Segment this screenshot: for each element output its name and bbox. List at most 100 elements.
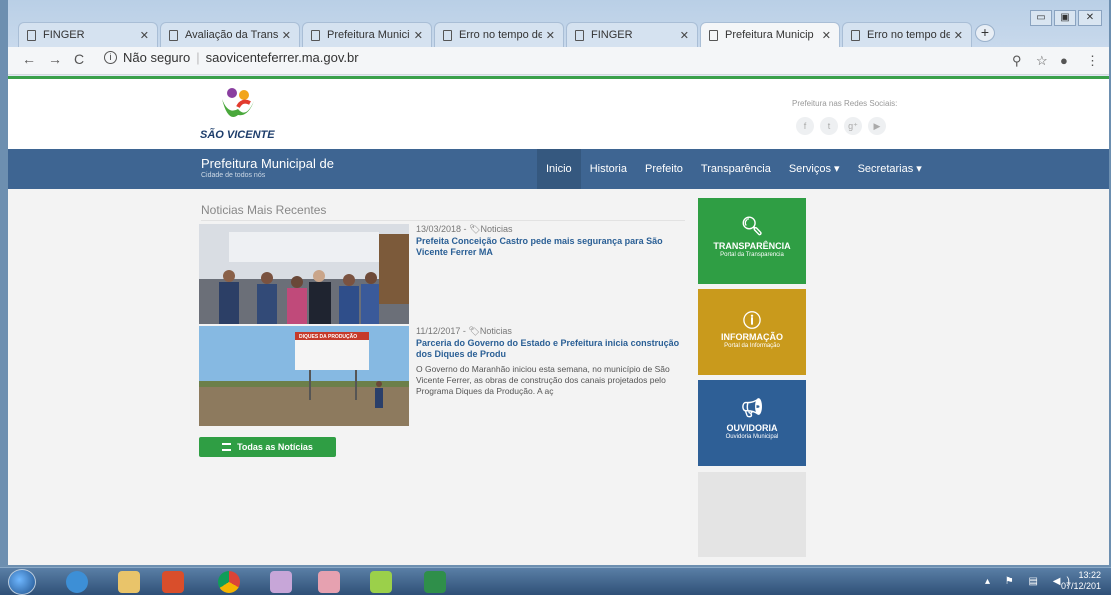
page-icon: [851, 29, 860, 41]
notes-icon[interactable]: [370, 571, 392, 593]
all-news-button[interactable]: Todas as Notícias: [199, 437, 336, 457]
info-icon[interactable]: i: [104, 51, 117, 64]
page-icon: [575, 29, 584, 41]
menu-transparencia[interactable]: Transparência: [692, 149, 780, 189]
snipping-tool-icon[interactable]: [318, 571, 340, 593]
main-navbar: Prefeitura Municipal de Cidade de todos …: [8, 149, 1109, 189]
tab-erro-2[interactable]: Erro no tempo de ✕: [842, 22, 972, 47]
card-transparencia[interactable]: 🔍︎ TRANSPARÊNCIA Portal da Transparencia: [698, 198, 806, 284]
profile-icon[interactable]: ●: [1060, 53, 1068, 68]
url-text[interactable]: saovicenteferrer.ma.gov.br: [206, 50, 359, 65]
page-icon: [169, 29, 178, 41]
page-icon: [709, 29, 718, 41]
card-subtitle: Ouvidoria Municipal: [725, 434, 779, 440]
chrome-icon[interactable]: [218, 571, 240, 593]
reload-button[interactable]: C: [74, 51, 84, 67]
forward-button[interactable]: →: [48, 51, 62, 67]
tab-erro-1[interactable]: Erro no tempo de ✕: [434, 22, 564, 47]
card-title: TRANSPARÊNCIA: [713, 241, 791, 251]
internet-explorer-icon[interactable]: [66, 571, 88, 593]
main-content: Noticias Mais Recentes 13/03/2018 - 🏷Not…: [8, 189, 1109, 565]
zoom-icon[interactable]: ⚲: [1012, 53, 1022, 69]
browser-window: FINGER ✕ Avaliação da Trans ✕ Prefeitura M…: [8, 0, 1109, 565]
minimize-button[interactable]: ▭: [1030, 10, 1052, 26]
close-icon[interactable]: ✕: [546, 29, 555, 42]
news-date: 13/03/2018: [416, 224, 462, 234]
news-meta-2: 11/12/2017 - 🏷Noticias: [416, 326, 512, 336]
bookmark-star-icon[interactable]: ☆: [1036, 53, 1048, 69]
menu-servicos[interactable]: Serviços ▾: [780, 149, 849, 189]
news-headline-1[interactable]: Prefeita Conceição Castro pede mais segu…: [416, 236, 681, 258]
site-header: SÃO VICENTE Prefeitura nas Redes Sociais…: [8, 79, 1109, 149]
card-subtitle: Portal da Informação: [724, 343, 780, 349]
facebook-icon[interactable]: f: [796, 117, 814, 135]
news-image-2[interactable]: DIQUES DA PRODUÇÃO: [199, 326, 409, 426]
tab-prefeitura-1[interactable]: Prefeitura Municip ✕: [302, 22, 432, 47]
security-label: Não seguro: [123, 50, 191, 65]
spreadsheet-icon[interactable]: [424, 571, 446, 593]
file-explorer-icon[interactable]: [118, 571, 140, 593]
news-section-title: Noticias Mais Recentes: [201, 203, 327, 217]
list-icon: [222, 443, 232, 451]
news-excerpt-2: O Governo do Maranhão iniciou esta seman…: [416, 364, 670, 396]
tab-avaliacao[interactable]: Avaliação da Trans ✕: [160, 22, 300, 47]
tab-prefeitura-active[interactable]: Prefeitura Municip ✕: [700, 22, 840, 47]
card-ouvidoria[interactable]: 📢︎ OUVIDORIA Ouvidoria Municipal: [698, 380, 806, 466]
google-plus-icon[interactable]: g⁺: [844, 117, 862, 135]
news-item-1: 13/03/2018 - 🏷Noticias Prefeita Conceiçã…: [199, 224, 689, 324]
news-title-divider: [201, 220, 685, 221]
page-icon: [443, 29, 452, 41]
youtube-icon[interactable]: ▶: [868, 117, 886, 135]
page-icon: [311, 29, 320, 41]
maximize-button[interactable]: ▣: [1054, 10, 1076, 26]
card-subtitle: Portal da Transparencia: [720, 252, 784, 258]
main-menu: Inicio Historia Prefeito Transparência S…: [537, 149, 931, 189]
close-icon[interactable]: ✕: [140, 29, 149, 42]
close-icon[interactable]: ✕: [822, 29, 831, 42]
close-icon[interactable]: ✕: [282, 29, 291, 42]
news-item-2: DIQUES DA PRODUÇÃO 11/12/2017 - 🏷Noticia…: [199, 326, 689, 426]
back-button[interactable]: ←: [22, 51, 36, 67]
paint-icon[interactable]: [270, 571, 292, 593]
browser-toolbar: ← → C i Não seguro | saovicenteferrer.ma…: [8, 47, 1109, 75]
news-category: Noticias: [479, 326, 512, 336]
sign-text: DIQUES DA PRODUÇÃO: [299, 333, 357, 340]
menu-secretarias[interactable]: Secretarias ▾: [849, 149, 931, 189]
new-tab-button[interactable]: +: [975, 24, 995, 42]
window-close-button[interactable]: ✕: [1078, 10, 1102, 26]
start-button[interactable]: [8, 569, 36, 595]
info-icon: ⓘ: [743, 311, 761, 331]
logo-text: SÃO VICENTE: [200, 128, 275, 141]
megaphone-icon: 📢︎: [740, 398, 764, 418]
clock-date: 07/12/201: [1060, 581, 1101, 591]
menu-prefeito[interactable]: Prefeito: [636, 149, 692, 189]
address-bar[interactable]: i Não seguro | saovicenteferrer.ma.gov.b…: [104, 50, 359, 65]
search-icon: 🔍︎: [740, 216, 764, 236]
social-icons: f t g⁺ ▶: [796, 117, 886, 135]
menu-inicio[interactable]: Inicio: [537, 149, 581, 189]
twitter-icon[interactable]: t: [820, 117, 838, 135]
news-image-1[interactable]: [199, 224, 409, 324]
close-icon[interactable]: ✕: [680, 29, 689, 42]
tab-finger-2[interactable]: FINGER ✕: [566, 22, 698, 47]
menu-historia[interactable]: Historia: [581, 149, 636, 189]
card-informacao[interactable]: ⓘ INFORMAÇÃO Portal da Informação: [698, 289, 806, 375]
card-title: OUVIDORIA: [726, 423, 778, 433]
close-icon[interactable]: ✕: [954, 29, 963, 42]
menu-dots-icon[interactable]: ⋮: [1086, 53, 1099, 69]
brand[interactable]: Prefeitura Municipal de Cidade de todos …: [201, 156, 334, 179]
news-headline-2[interactable]: Parceria do Governo do Estado e Prefeitu…: [416, 338, 681, 360]
brand-title: Prefeitura Municipal de: [201, 156, 334, 171]
brand-subtitle: Cidade de todos nós: [201, 172, 266, 179]
clock-time: 13:22: [1078, 570, 1101, 580]
news-meta-1: 13/03/2018 - 🏷Noticias: [416, 224, 513, 234]
tab-finger-1[interactable]: FINGER ✕: [18, 22, 158, 47]
media-player-icon[interactable]: [162, 571, 184, 593]
close-icon[interactable]: ✕: [414, 29, 423, 42]
card-placeholder: [698, 472, 806, 557]
site-logo[interactable]: SÃO VICENTE: [198, 85, 278, 143]
tag-icon: 🏷: [468, 326, 480, 336]
taskbar: ▴ ⚑ ▤ ◀) 13:22 07/12/201: [0, 567, 1111, 595]
web-page: SÃO VICENTE Prefeitura nas Redes Sociais…: [8, 76, 1109, 565]
clock[interactable]: 13:22 07/12/201: [1061, 570, 1101, 592]
